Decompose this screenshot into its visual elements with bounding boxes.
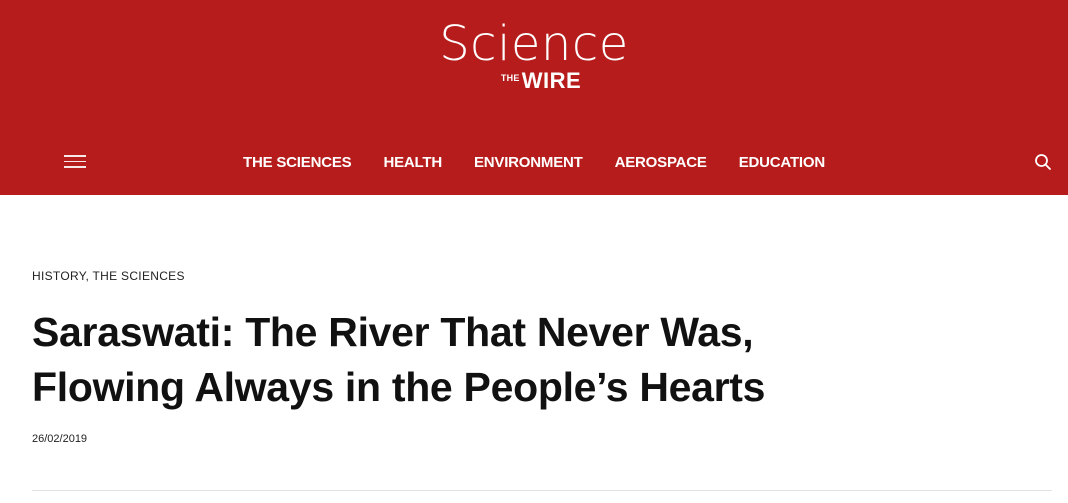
main-nav: THE SCIENCES HEALTH ENVIRONMENT AEROSPAC… xyxy=(0,153,1068,173)
divider xyxy=(32,490,1052,491)
search-icon[interactable] xyxy=(1034,153,1054,173)
logo-the-text: THE xyxy=(500,73,520,83)
nav-item-the-sciences[interactable]: THE SCIENCES xyxy=(227,153,367,173)
nav-item-health[interactable]: HEALTH xyxy=(367,153,458,173)
nav-item-education[interactable]: EDUCATION xyxy=(723,153,841,173)
article-date: 26/02/2019 xyxy=(32,433,88,445)
site-logo[interactable]: Science THE WIRE xyxy=(0,16,1068,92)
article-title: Saraswati: The River That Never Was, Flo… xyxy=(32,309,766,410)
site-header: Science THE WIRE THE SCIENCES HEALTH ENV… xyxy=(0,0,1068,195)
logo-wire-row: THE WIRE xyxy=(0,70,1068,92)
nav-item-environment[interactable]: ENVIRONMENT xyxy=(458,153,599,173)
article-categories[interactable]: HISTORY, THE SCIENCES xyxy=(32,269,185,283)
nav-item-aerospace[interactable]: AEROSPACE xyxy=(599,153,723,173)
logo-wire-text: WIRE xyxy=(521,68,582,93)
logo-science-text: Science xyxy=(439,16,629,72)
search-icon-svg xyxy=(1035,154,1051,170)
